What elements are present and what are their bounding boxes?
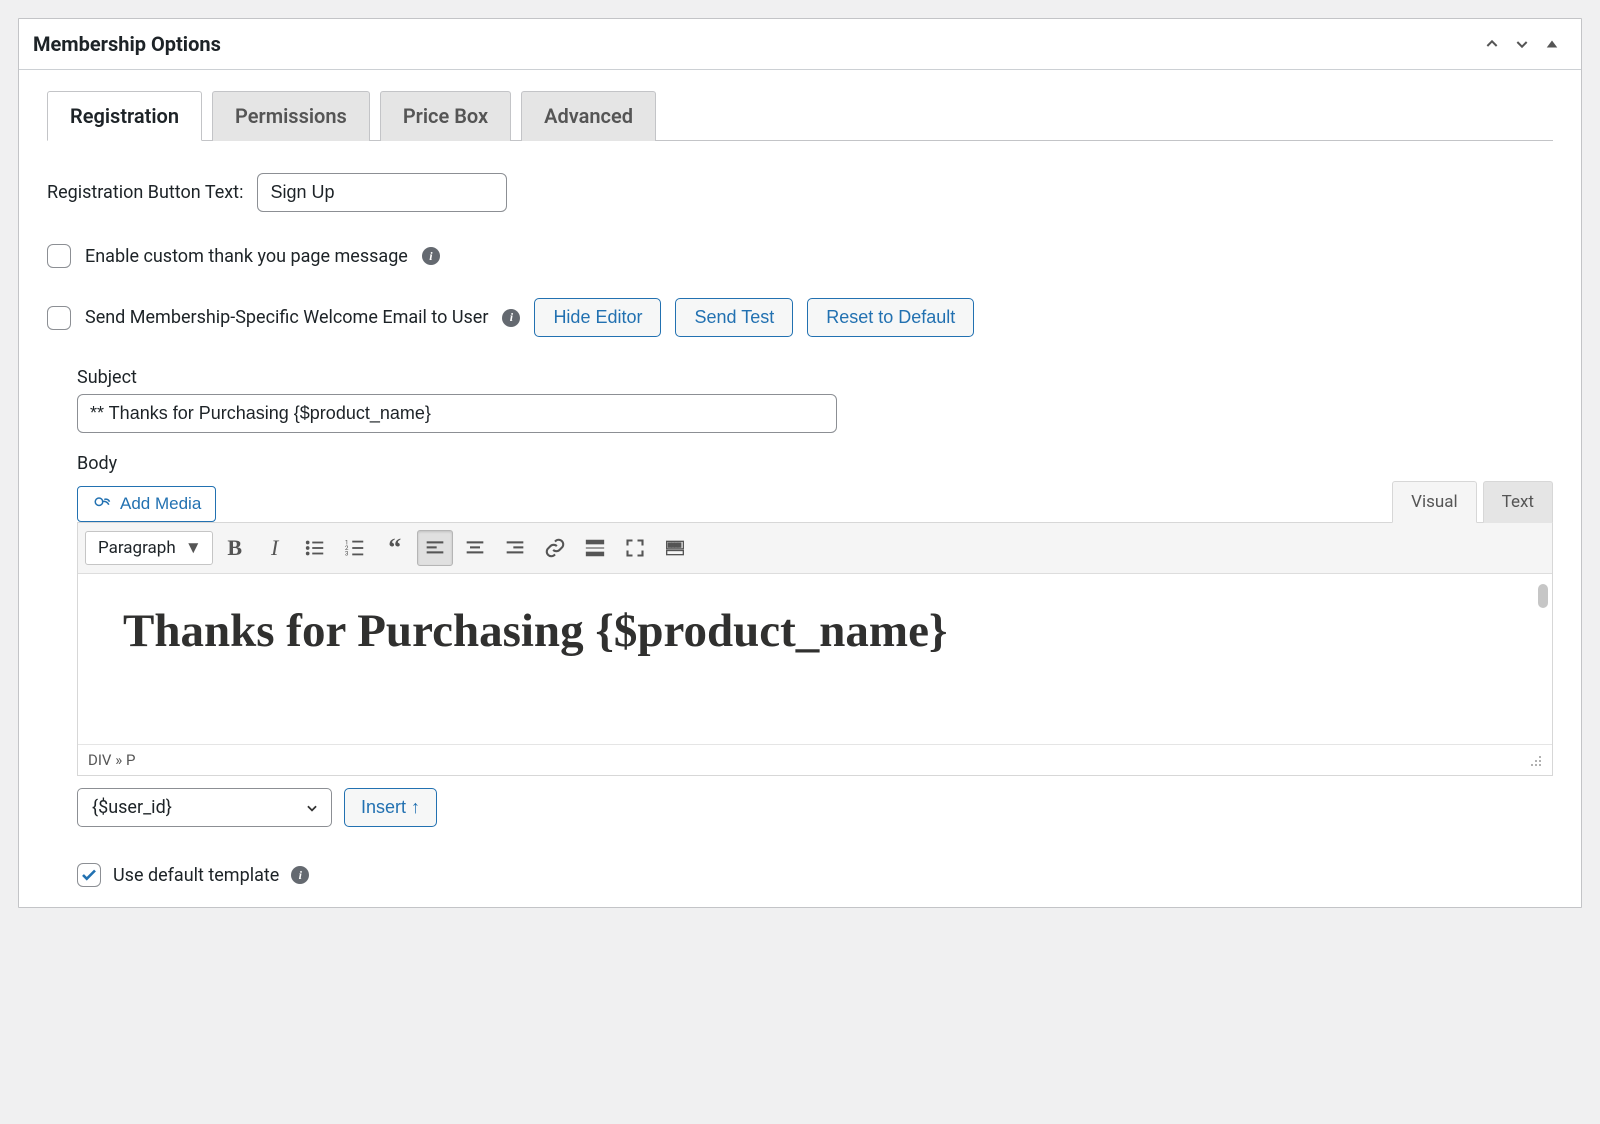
svg-text:3: 3 [345,549,349,557]
wysiwyg-editor: Paragraph ▼ B I 123 “ [77,522,1553,776]
metabox-header: Membership Options [19,19,1581,70]
subject-input[interactable] [77,394,837,433]
info-icon[interactable]: i [291,866,309,884]
bold-icon[interactable]: B [217,530,253,566]
registration-button-text-label: Registration Button Text: [47,182,243,203]
format-select-value: Paragraph [98,538,176,558]
enable-thankyou-row: Enable custom thank you page message i [47,244,1553,268]
send-test-button[interactable]: Send Test [675,298,793,337]
read-more-icon[interactable] [577,530,613,566]
numbered-list-icon[interactable]: 123 [337,530,373,566]
editor-toolbar: Paragraph ▼ B I 123 “ [78,523,1552,574]
tab-registration[interactable]: Registration [47,91,202,141]
align-center-icon[interactable] [457,530,493,566]
move-up-icon[interactable] [1477,29,1507,59]
media-icon [92,495,112,513]
send-welcome-checkbox[interactable] [47,306,71,330]
fullscreen-icon[interactable] [617,530,653,566]
variable-select[interactable]: {$user_id} [77,788,332,827]
default-template-checkbox[interactable] [77,863,101,887]
editor-text-tab[interactable]: Text [1483,481,1553,523]
send-welcome-label: Send Membership-Specific Welcome Email t… [85,307,488,328]
send-welcome-row: Send Membership-Specific Welcome Email t… [47,298,1553,337]
resize-grip-icon[interactable] [1528,753,1542,767]
insert-variable-button[interactable]: Insert ↑ [344,788,437,827]
tab-advanced[interactable]: Advanced [521,91,656,141]
variable-insert-row: {$user_id} Insert ↑ [77,788,1553,827]
subject-label: Subject [77,367,1553,388]
toolbar-toggle-icon[interactable] [657,530,693,566]
bulleted-list-icon[interactable] [297,530,333,566]
add-media-label: Add Media [120,494,201,514]
toggle-collapse-icon[interactable] [1537,29,1567,59]
tab-permissions[interactable]: Permissions [212,91,370,141]
body-label: Body [77,453,1553,474]
caret-down-icon: ▼ [185,538,202,558]
default-template-row: Use default template i [77,863,1553,887]
editor-element-path: DIV » P [78,744,1552,775]
tab-price-box[interactable]: Price Box [380,91,511,141]
editor-body-heading: Thanks for Purchasing {$product_name} [123,604,1507,658]
italic-icon[interactable]: I [257,530,293,566]
enable-thankyou-label: Enable custom thank you page message [85,246,408,267]
email-editor-section: Subject Body Add Media Visual Text [77,367,1553,887]
format-select[interactable]: Paragraph ▼ [85,531,213,565]
hide-editor-button[interactable]: Hide Editor [534,298,661,337]
metabox-body: Registration Permissions Price Box Advan… [19,70,1581,907]
link-icon[interactable] [537,530,573,566]
add-media-button[interactable]: Add Media [77,486,216,522]
blockquote-icon[interactable]: “ [377,530,413,566]
metabox-title: Membership Options [33,32,1477,56]
editor-mode-tabs: Visual Text [1392,480,1553,522]
align-right-icon[interactable] [497,530,533,566]
registration-button-text-input[interactable] [257,173,507,212]
reset-default-button[interactable]: Reset to Default [807,298,974,337]
editor-content-area[interactable]: Thanks for Purchasing {$product_name} [78,574,1552,744]
membership-options-metabox: Membership Options Registration Permissi… [18,18,1582,908]
info-icon[interactable]: i [422,247,440,265]
variable-select-value: {$user_id} [92,797,172,818]
align-left-icon[interactable] [417,530,453,566]
default-template-label: Use default template [113,865,279,886]
registration-button-text-row: Registration Button Text: [47,173,1553,212]
tab-nav: Registration Permissions Price Box Advan… [47,90,1553,141]
editor-visual-tab[interactable]: Visual [1392,481,1476,523]
scrollbar-thumb[interactable] [1538,584,1548,608]
chevron-down-icon [305,801,319,815]
enable-thankyou-checkbox[interactable] [47,244,71,268]
move-down-icon[interactable] [1507,29,1537,59]
editor-path-text[interactable]: DIV » P [88,751,135,769]
info-icon[interactable]: i [502,309,520,327]
editor-header: Add Media Visual Text [77,480,1553,522]
